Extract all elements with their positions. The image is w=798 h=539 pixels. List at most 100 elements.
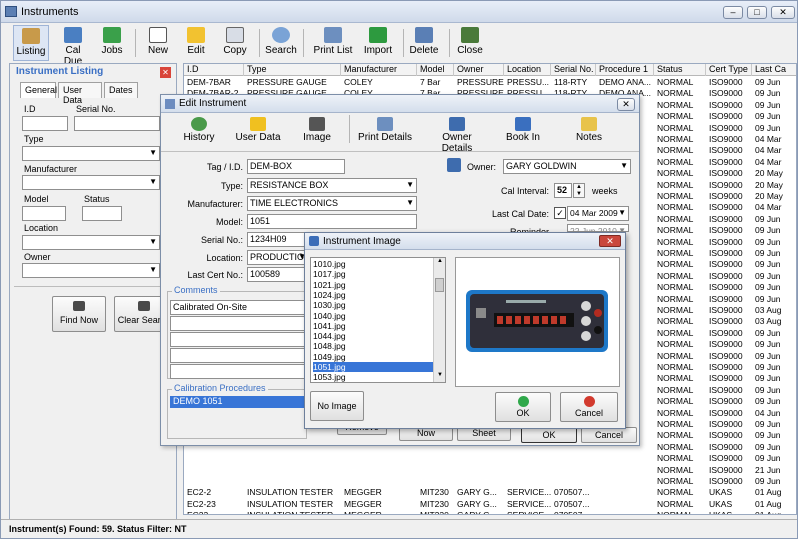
table-row[interactable]: EC2-2 INSULATION TESTER MEGGER MIT230 GARY G… [184, 487, 796, 498]
model-filter-input[interactable] [22, 206, 66, 221]
history-button[interactable]: History [179, 117, 219, 147]
import-button[interactable]: Import [361, 25, 395, 61]
edit-dialog-close-button[interactable]: ✕ [617, 98, 635, 111]
table-row[interactable]: NORMAL ISO9000 21 Jun [184, 465, 796, 476]
table-cell: GARY G... [457, 498, 497, 509]
find-now-button[interactable]: Find Now [52, 296, 106, 332]
file-list-item[interactable]: 1040.jpg [313, 311, 433, 321]
table-row[interactable]: EC2-23 INSULATION TESTER MEGGER MIT230 GARY … [184, 499, 796, 510]
last-cal-checkbox[interactable]: ✓ [554, 207, 566, 219]
print-list-button[interactable]: Print List [307, 25, 359, 61]
table-cell: 070507... [554, 487, 590, 498]
image-ok-button[interactable]: OK [495, 392, 551, 422]
print-details-button[interactable]: Print Details [355, 117, 415, 147]
serial-input[interactable]: 1234H09 [247, 232, 309, 247]
scroll-up-icon[interactable]: ▲ [435, 258, 445, 268]
new-button[interactable]: New [143, 25, 173, 61]
file-list-item[interactable]: 1048.jpg [313, 341, 433, 351]
listing-button[interactable]: Listing [13, 25, 49, 61]
procedure-item[interactable]: DEMO 1051 [170, 396, 306, 408]
close-panel-icon[interactable]: ✕ [160, 67, 171, 78]
ok-button[interactable]: OK [521, 427, 577, 443]
owner-lookup-icon[interactable] [447, 158, 461, 172]
image-file-list[interactable]: ▲ ▼ 1010.jpg 1017.jpg 1021.jpg 1024.jpg 1030… [310, 257, 446, 383]
cal-due-button[interactable]: Cal Due [55, 25, 91, 67]
file-list-scrollbar[interactable]: ▲ ▼ [433, 258, 445, 382]
manufacturer-filter-select[interactable] [22, 175, 160, 190]
comment-line-5[interactable] [170, 364, 306, 379]
copy-button[interactable]: Copy [219, 25, 251, 61]
maximize-button[interactable]: □ [747, 6, 767, 19]
column-header[interactable]: Owner [454, 64, 504, 76]
tab-user-data[interactable]: User Data [58, 82, 102, 105]
table-cell: NORMAL [657, 191, 694, 201]
cal-interval-spinner[interactable]: ▲ ▼ [573, 183, 585, 198]
owner-select[interactable]: GARY GOLDWIN [503, 159, 631, 174]
delete-button[interactable]: Delete [407, 25, 441, 61]
cal-interval-input[interactable]: 52 [554, 183, 572, 198]
file-list-item[interactable]: 1051.jpg [313, 362, 433, 372]
file-list-item[interactable]: 1041.jpg [313, 321, 433, 331]
file-list-item[interactable]: 1044.jpg [313, 331, 433, 341]
image-button[interactable]: Image [299, 117, 335, 147]
image-dialog-close-button[interactable]: ✕ [599, 235, 621, 247]
column-header[interactable]: Procedure 1 [596, 64, 654, 76]
reminder-date-picker[interactable]: 22 Jun 2010 [567, 224, 629, 232]
close-button[interactable]: Close [453, 25, 487, 61]
file-list-item[interactable]: 1053.jpg [313, 372, 433, 382]
last-cert-input[interactable]: 100589 [247, 267, 309, 282]
file-list-item[interactable]: 1024.jpg [313, 290, 433, 300]
id-filter-input[interactable] [22, 116, 68, 131]
file-list-item[interactable]: 1030.jpg [313, 300, 433, 310]
location-filter-select[interactable] [22, 235, 160, 250]
location-select[interactable]: PRODUCTION [247, 250, 309, 265]
column-header[interactable]: I.D [184, 64, 244, 76]
column-header[interactable]: Serial No. [551, 64, 596, 76]
tag-input[interactable]: DEM-BOX [247, 159, 345, 174]
search-button[interactable]: Search [263, 25, 299, 61]
owner-details-button[interactable]: Owner Details [427, 117, 487, 154]
owner-filter-select[interactable] [22, 263, 160, 278]
comment-line-1[interactable]: Calibrated On-Site [170, 300, 306, 315]
scroll-down-icon[interactable]: ▼ [435, 372, 445, 382]
column-header[interactable]: Cert Type [706, 64, 752, 76]
no-image-button[interactable]: No Image [310, 391, 364, 421]
table-row[interactable]: EC23INSULATION TESTERMEGGERMIT230GARY G.… [184, 510, 796, 514]
scroll-thumb[interactable] [435, 278, 444, 292]
column-header[interactable]: Location [504, 64, 551, 76]
model-input[interactable]: 1051 [247, 214, 417, 229]
image-cancel-button[interactable]: Cancel [560, 392, 618, 422]
close-window-button[interactable]: ✕ [771, 6, 795, 19]
comment-line-3[interactable] [170, 332, 306, 347]
manufacturer-select[interactable]: TIME ELECTRONICS [247, 196, 417, 211]
file-list-item[interactable]: 1017.jpg [313, 269, 433, 279]
table-row[interactable]: NORMAL ISO9000 09 Jun [184, 453, 796, 464]
notes-button[interactable]: Notes [571, 117, 607, 147]
minimize-button[interactable]: – [723, 6, 743, 19]
toolbar-divider [135, 29, 136, 57]
type-select[interactable]: RESISTANCE BOX [247, 178, 417, 193]
tab-general[interactable]: General [20, 82, 57, 98]
edit-button[interactable]: Edit [181, 25, 211, 61]
status-filter-input[interactable] [82, 206, 122, 221]
cancel-button[interactable]: Cancel [581, 427, 637, 443]
file-list-item[interactable]: 1021.jpg [313, 280, 433, 290]
file-list-item[interactable]: 1049.jpg [313, 352, 433, 362]
tab-dates[interactable]: Dates [104, 82, 138, 98]
file-list-item[interactable]: 1010.jpg [313, 259, 433, 269]
jobs-button[interactable]: Jobs [97, 25, 127, 61]
column-header[interactable]: Type [244, 64, 341, 76]
user-data-button[interactable]: User Data [235, 117, 281, 147]
comment-line-4[interactable] [170, 348, 306, 363]
type-filter-select[interactable] [22, 146, 160, 161]
table-row[interactable]: NORMAL ISO9000 09 Jun [184, 476, 796, 487]
column-header[interactable]: Last Ca [752, 64, 796, 76]
column-header[interactable]: Model [417, 64, 454, 76]
last-cal-date-picker[interactable]: 04 Mar 2009 [567, 206, 629, 221]
column-header[interactable]: Manufacturer [341, 64, 417, 76]
serial-filter-input[interactable] [74, 116, 160, 131]
column-header[interactable]: Status [654, 64, 706, 76]
comment-line-2[interactable] [170, 316, 306, 331]
book-in-button[interactable]: Book In [503, 117, 543, 147]
table-row[interactable]: DEM-7BAR PRESSURE GAUGE COLEY 7 Bar PRESSURE… [184, 77, 796, 88]
